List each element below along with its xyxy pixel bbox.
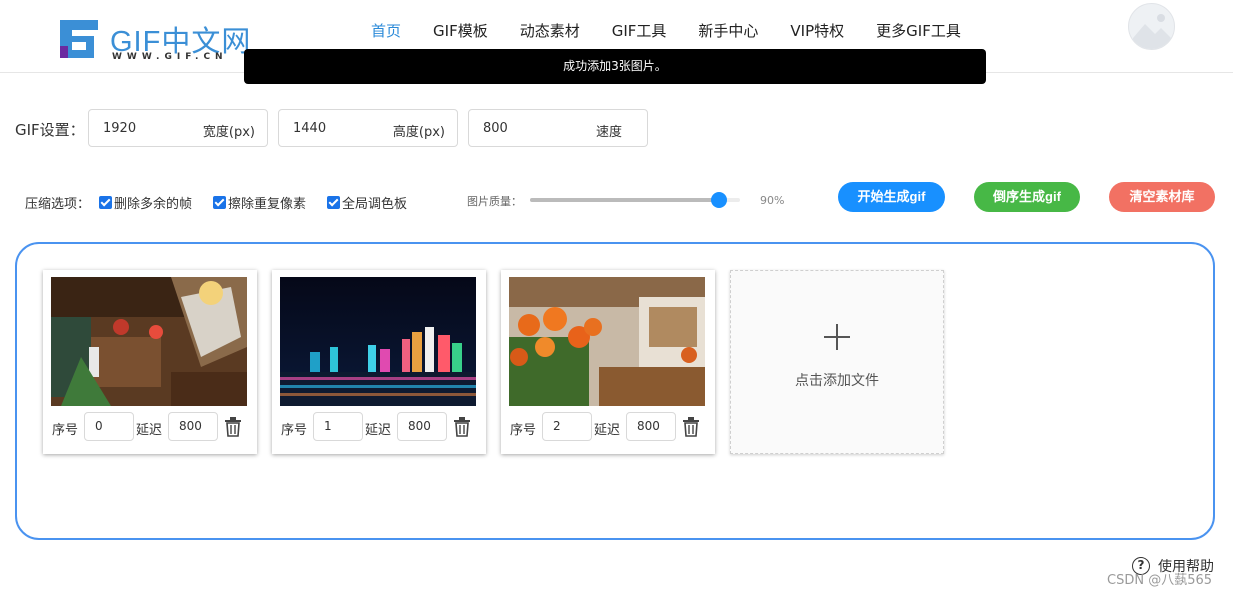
generate-gif-button[interactable]: 开始生成gif xyxy=(838,182,945,212)
success-toast: 成功添加3张图片。 xyxy=(244,49,986,84)
option-erase-pixels[interactable]: 擦除重复像素 xyxy=(213,193,306,212)
frame-controls: 序号 0 延迟 800 xyxy=(51,412,256,442)
frame-thumbnail xyxy=(509,277,705,406)
index-input[interactable]: 0 xyxy=(84,412,134,441)
height-value: 1440 xyxy=(293,121,327,136)
main-nav: 首页 GIF模板 动态素材 GIF工具 新手中心 VIP特权 更多GIF工具 xyxy=(355,20,977,42)
nav-gif-tools[interactable]: GIF工具 xyxy=(596,20,683,42)
avatar-placeholder-icon xyxy=(1133,14,1173,49)
nav-beginner-center[interactable]: 新手中心 xyxy=(682,20,774,42)
frame-controls: 序号 2 延迟 800 xyxy=(509,412,714,442)
csdn-watermark: CSDN @八蓺565 xyxy=(1107,573,1213,588)
index-label: 序号 xyxy=(510,423,537,438)
nav-gif-templates[interactable]: GIF模板 xyxy=(417,20,504,42)
logo-mark-icon xyxy=(60,20,98,58)
delay-input[interactable]: 800 xyxy=(168,412,218,441)
nav-dynamic-assets[interactable]: 动态素材 xyxy=(504,20,596,42)
frame-thumbnail xyxy=(51,277,247,406)
site-logo[interactable]: GIF中文网 WWW.GIF.CN xyxy=(54,14,254,64)
plus-icon xyxy=(824,324,850,350)
delay-label: 延迟 xyxy=(365,423,392,438)
width-field[interactable]: 1920 宽度(px) xyxy=(88,109,268,147)
compress-label: 压缩选项： xyxy=(25,197,91,212)
reverse-generate-button[interactable]: 倒序生成gif xyxy=(974,182,1080,212)
option-label: 全局调色板 xyxy=(342,197,408,212)
speed-value: 800 xyxy=(483,121,508,136)
frame-card[interactable]: 序号 2 延迟 800 xyxy=(501,270,715,454)
quality-slider-handle[interactable] xyxy=(711,192,727,208)
index-input[interactable]: 1 xyxy=(313,412,363,441)
restaurant-interior-image xyxy=(51,277,247,406)
logo-subtitle: WWW.GIF.CN xyxy=(112,52,228,62)
checkbox-checked-icon[interactable] xyxy=(99,196,112,209)
frame-card[interactable]: 序号 1 延迟 800 xyxy=(272,270,486,454)
trash-icon[interactable] xyxy=(453,417,471,437)
delay-label: 延迟 xyxy=(594,423,621,438)
index-label: 序号 xyxy=(281,423,308,438)
add-file-button[interactable]: 点击添加文件 xyxy=(730,270,944,454)
index-input[interactable]: 2 xyxy=(542,412,592,441)
trash-icon[interactable] xyxy=(682,417,700,437)
add-file-label: 点击添加文件 xyxy=(795,373,879,389)
quality-label: 图片质量： xyxy=(467,195,522,208)
city-night-skyline-image xyxy=(280,277,476,406)
option-label: 擦除重复像素 xyxy=(228,197,307,212)
index-label: 序号 xyxy=(52,423,79,438)
nav-vip[interactable]: VIP特权 xyxy=(774,20,860,42)
delay-label: 延迟 xyxy=(136,423,163,438)
orange-roses-cafe-image xyxy=(509,277,705,406)
width-value: 1920 xyxy=(103,121,137,136)
option-remove-frames[interactable]: 删除多余的帧 xyxy=(99,193,192,212)
option-label: 删除多余的帧 xyxy=(114,197,193,212)
speed-unit: 速度 xyxy=(595,125,622,140)
frame-thumbnail xyxy=(280,277,476,406)
speed-field[interactable]: 800 速度 xyxy=(468,109,648,147)
quality-slider[interactable] xyxy=(530,192,740,208)
gif-settings-label: GIF设置： xyxy=(15,121,85,139)
delay-input[interactable]: 800 xyxy=(397,412,447,441)
width-unit: 宽度(px) xyxy=(202,125,255,140)
quality-value: 90% xyxy=(760,194,785,207)
quality-slider-fill xyxy=(530,198,719,202)
checkbox-checked-icon[interactable] xyxy=(213,196,226,209)
height-field[interactable]: 1440 高度(px) xyxy=(278,109,458,147)
height-unit: 高度(px) xyxy=(392,125,445,140)
clear-library-button[interactable]: 清空素材库 xyxy=(1109,182,1215,212)
option-global-palette[interactable]: 全局调色板 xyxy=(327,193,407,212)
delay-input[interactable]: 800 xyxy=(626,412,676,441)
checkbox-checked-icon[interactable] xyxy=(327,196,340,209)
trash-icon[interactable] xyxy=(224,417,242,437)
user-avatar[interactable] xyxy=(1128,3,1175,50)
nav-home[interactable]: 首页 xyxy=(355,20,417,42)
frame-controls: 序号 1 延迟 800 xyxy=(280,412,485,442)
frame-card[interactable]: 序号 0 延迟 800 xyxy=(43,270,257,454)
nav-more-tools[interactable]: 更多GIF工具 xyxy=(860,20,977,42)
